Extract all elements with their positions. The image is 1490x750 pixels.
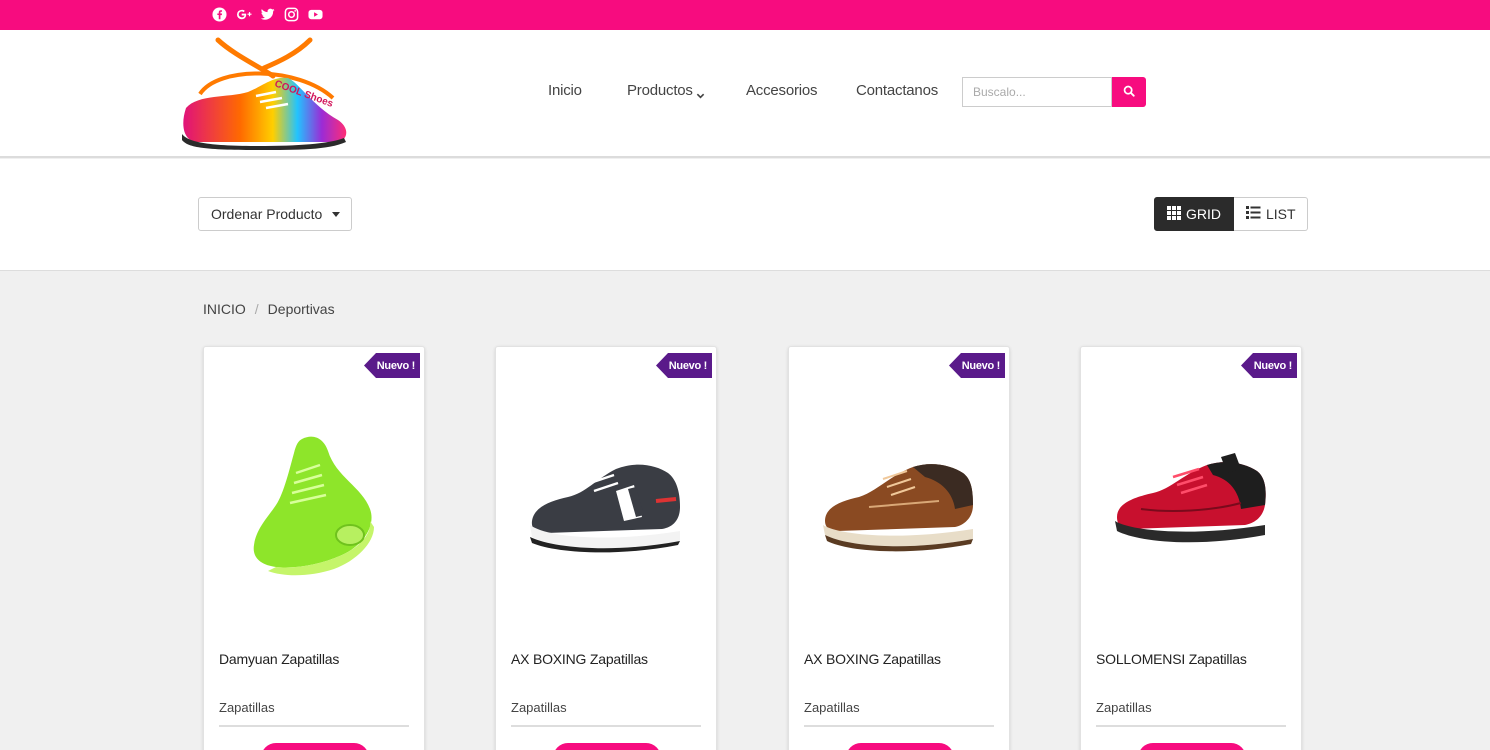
product-name[interactable]: Damyuan Zapatillas [219, 651, 339, 667]
product-card[interactable]: Nuevo ! AX BOXING Zapatillas Zapatillas [788, 346, 1010, 750]
caret-down-icon [332, 211, 341, 217]
product-category: Zapatillas [804, 700, 860, 715]
product-image[interactable] [224, 417, 404, 587]
site-header: COOL Shoes Inicio Productos Accesorios C… [0, 30, 1490, 158]
nav-inicio[interactable]: Inicio [548, 82, 582, 99]
sort-label: Ordenar Producto [211, 206, 323, 222]
grid-icon [1167, 205, 1181, 223]
divider [804, 725, 994, 727]
product-action-button[interactable] [553, 743, 661, 750]
chevron-down-icon [696, 87, 705, 98]
product-category: Zapatillas [219, 700, 275, 715]
breadcrumb-separator: / [254, 301, 259, 317]
new-badge: Nuevo ! [1241, 353, 1297, 378]
breadcrumb-current: Deportivas [267, 301, 335, 317]
product-card[interactable]: Nuevo ! Damyuan Zapatillas Zapatillas [203, 346, 425, 750]
product-name[interactable]: SOLLOMENSI Zapatillas [1096, 651, 1247, 667]
product-action-button[interactable] [1138, 743, 1246, 750]
twitter-icon[interactable] [260, 7, 275, 22]
divider [511, 725, 701, 727]
nav-accesorios[interactable]: Accesorios [746, 82, 818, 99]
product-image[interactable] [809, 417, 989, 587]
product-action-button[interactable] [261, 743, 369, 750]
product-image[interactable] [516, 417, 696, 587]
list-view-button[interactable]: LIST [1234, 197, 1308, 231]
social-links [212, 7, 323, 22]
nav-productos-label: Productos [627, 82, 693, 99]
product-image[interactable] [1101, 417, 1281, 587]
list-icon [1246, 206, 1261, 222]
breadcrumb: INICIO / Deportivas [203, 301, 335, 317]
search-icon [1123, 85, 1135, 100]
grid-label: GRID [1186, 206, 1221, 222]
sort-dropdown[interactable]: Ordenar Producto [198, 197, 352, 231]
product-category: Zapatillas [511, 700, 567, 715]
search-button[interactable] [1112, 77, 1146, 107]
cool-shoes-logo[interactable]: COOL Shoes [178, 36, 350, 152]
product-card[interactable]: Nuevo ! SOLLOMENSI Zapatillas Zapatillas [1080, 346, 1302, 750]
list-label: LIST [1266, 206, 1296, 222]
divider [219, 725, 409, 727]
product-card[interactable]: Nuevo ! AX BOXING Zapatillas Zapatillas [495, 346, 717, 750]
product-action-button[interactable] [846, 743, 954, 750]
view-toggle: GRID LIST [1154, 197, 1308, 231]
top-bar [0, 0, 1490, 30]
product-name[interactable]: AX BOXING Zapatillas [804, 651, 941, 667]
nav-contactanos[interactable]: Contactanos [856, 82, 938, 99]
instagram-icon[interactable] [284, 7, 299, 22]
grid-view-button[interactable]: GRID [1154, 197, 1234, 231]
divider [1096, 725, 1286, 727]
youtube-icon[interactable] [308, 7, 323, 22]
product-category: Zapatillas [1096, 700, 1152, 715]
new-badge: Nuevo ! [656, 353, 712, 378]
product-name[interactable]: AX BOXING Zapatillas [511, 651, 648, 667]
filter-bar: Ordenar Producto GRID LIST [0, 159, 1490, 271]
facebook-icon[interactable] [212, 7, 227, 22]
new-badge: Nuevo ! [364, 353, 420, 378]
google-plus-icon[interactable] [236, 7, 252, 22]
new-badge: Nuevo ! [949, 353, 1005, 378]
nav-productos[interactable]: Productos [627, 82, 705, 99]
search-input[interactable] [962, 77, 1112, 107]
breadcrumb-home[interactable]: INICIO [203, 301, 246, 317]
